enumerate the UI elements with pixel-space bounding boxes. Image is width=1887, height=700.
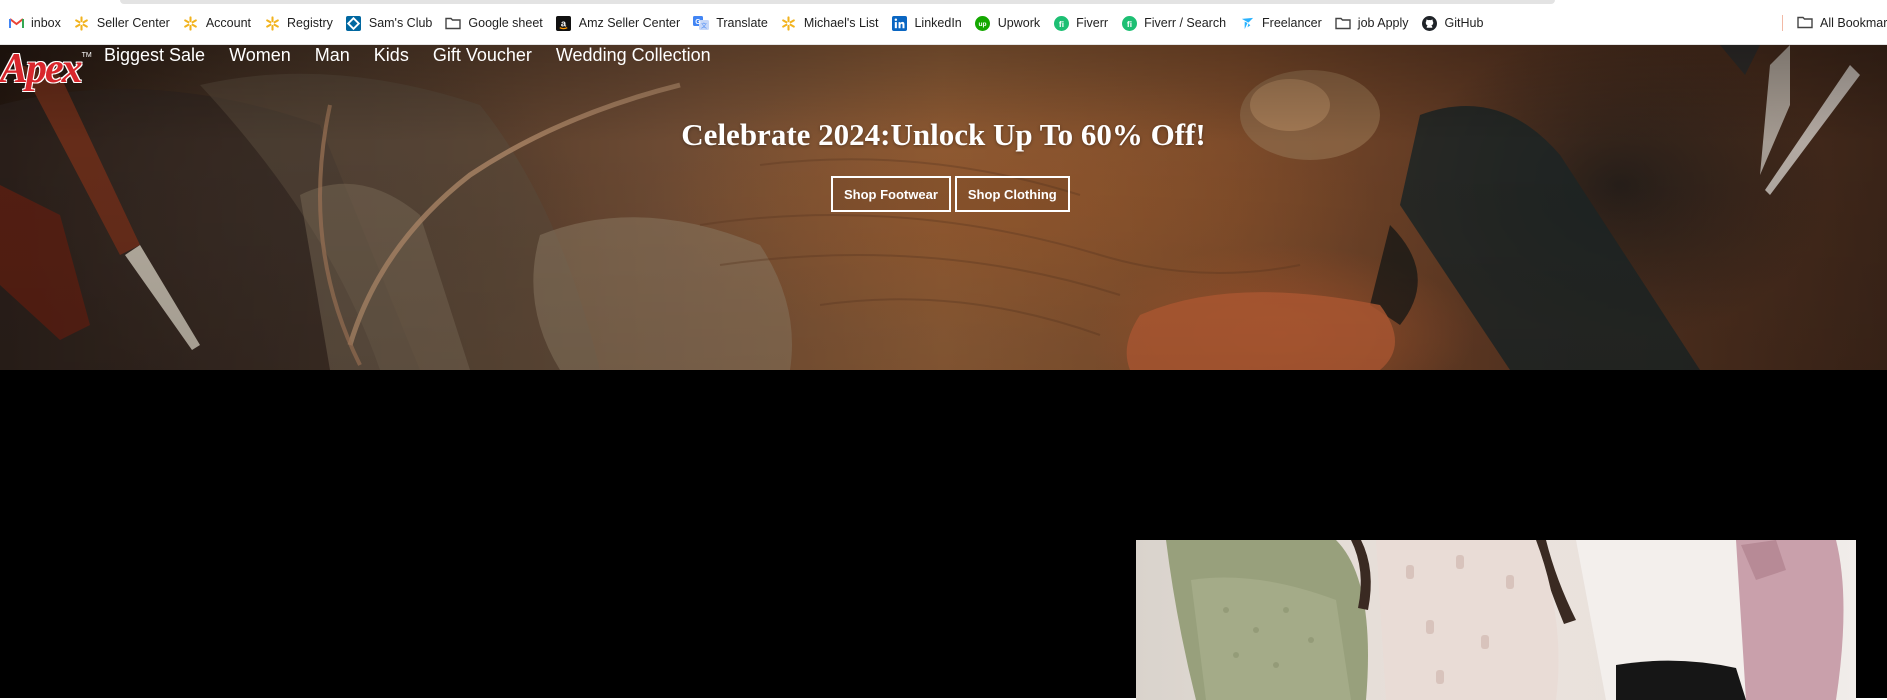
bookmark-inbox[interactable]: inbox <box>4 13 67 33</box>
walmart-spark-icon <box>264 15 280 31</box>
bookmark-job-apply[interactable]: job Apply <box>1331 13 1415 33</box>
main-nav: Biggest Sale Women Man Kids Gift Voucher… <box>104 45 735 65</box>
hero-buttons: Shop Footwear Shop Clothing <box>831 176 1074 212</box>
svg-text:a: a <box>561 18 567 28</box>
bookmark-seller-center[interactable]: Seller Center <box>70 13 176 33</box>
bookmarks-list: inbox Seller Center Account Registry Sam… <box>4 13 1492 33</box>
site-logo[interactable]: Apex TM <box>0 46 92 94</box>
bookmark-amz-seller-center[interactable]: a Amz Seller Center <box>552 13 686 33</box>
bookmark-linkedin[interactable]: LinkedIn <box>887 13 967 33</box>
bookmark-label: job Apply <box>1357 16 1409 30</box>
upwork-icon: up <box>975 15 991 31</box>
browser-page: inbox Seller Center Account Registry Sam… <box>0 0 1887 700</box>
bookmark-upwork[interactable]: up Upwork <box>971 13 1046 33</box>
bookmark-label: Fiverr <box>1076 16 1109 30</box>
logo-trademark: TM <box>81 52 92 59</box>
amazon-icon: a <box>556 15 572 31</box>
translate-icon: G文 <box>693 15 710 31</box>
svg-text:fi: fi <box>1127 18 1132 28</box>
clothing-photo <box>1166 540 1844 700</box>
bookmark-label: Google sheet <box>468 16 543 30</box>
bookmarks-bar: inbox Seller Center Account Registry Sam… <box>0 0 1887 45</box>
bookmark-label: Fiverr / Search <box>1144 16 1227 30</box>
all-bookmarks-button[interactable]: All Bookmarks <box>1797 13 1887 33</box>
bookmark-sams-club[interactable]: Sam's Club <box>342 13 439 33</box>
nav-wedding-collection[interactable]: Wedding Collection <box>556 45 711 66</box>
logo-text: Apex <box>0 46 83 92</box>
svg-text:up: up <box>979 21 987 28</box>
bookmark-label: inbox <box>31 16 61 30</box>
address-bar-edge <box>120 0 1555 4</box>
bookmark-label: Amz Seller Center <box>578 16 681 30</box>
nav-biggest-sale[interactable]: Biggest Sale <box>104 45 205 66</box>
linkedin-icon <box>891 15 907 31</box>
bookmark-github[interactable]: GitHub <box>1418 13 1490 33</box>
walmart-spark-icon <box>74 15 90 31</box>
walmart-spark-icon <box>781 15 797 31</box>
walmart-spark-icon <box>183 15 199 31</box>
folder-icon <box>1335 15 1351 31</box>
bookmark-label: Registry <box>287 16 333 30</box>
bookmark-account[interactable]: Account <box>179 13 257 33</box>
nav-man[interactable]: Man <box>315 45 350 66</box>
clothing-promo-image[interactable] <box>1136 540 1856 700</box>
bookmark-label: GitHub <box>1444 16 1484 30</box>
svg-text:文: 文 <box>701 22 707 30</box>
bookmark-freelancer[interactable]: Freelancer <box>1235 13 1328 33</box>
freelancer-icon <box>1239 15 1255 31</box>
fiverr-icon: fi <box>1121 15 1137 31</box>
bookmark-label: Freelancer <box>1262 16 1322 30</box>
nav-women[interactable]: Women <box>229 45 291 66</box>
nav-gift-voucher[interactable]: Gift Voucher <box>433 45 532 66</box>
folder-icon <box>1797 15 1813 31</box>
bookmark-label: Account <box>205 16 252 30</box>
bookmark-label: Translate <box>716 16 768 30</box>
bookmark-michaels-list[interactable]: Michael's List <box>777 13 885 33</box>
hero-banner: Apex TM Biggest Sale Women Man Kids Gift… <box>0 45 1887 370</box>
bookmark-label: Seller Center <box>96 16 170 30</box>
github-icon <box>1422 15 1438 31</box>
fiverr-icon: fi <box>1053 15 1069 31</box>
bookmark-label: Michael's List <box>803 16 879 30</box>
bookmarks-separator <box>1782 15 1783 31</box>
bookmark-fiverr-search[interactable]: fi Fiverr / Search <box>1117 13 1232 33</box>
shop-clothing-button[interactable]: Shop Clothing <box>954 176 1070 212</box>
all-bookmarks-label: All Bookmarks <box>1820 16 1887 30</box>
folder-icon <box>445 15 462 31</box>
bookmark-label: LinkedIn <box>914 16 962 30</box>
sams-club-icon <box>346 15 362 31</box>
shop-footwear-button[interactable]: Shop Footwear <box>831 176 951 212</box>
bookmark-label: Upwork <box>997 16 1041 30</box>
svg-text:fi: fi <box>1059 18 1064 28</box>
bookmark-label: Sam's Club <box>368 16 433 30</box>
nav-kids[interactable]: Kids <box>374 45 409 66</box>
bookmark-registry[interactable]: Registry <box>260 13 339 33</box>
hero-title: Celebrate 2024:Unlock Up To 60% Off! <box>681 117 1206 152</box>
gmail-icon <box>8 15 24 31</box>
bookmark-fiverr[interactable]: fi Fiverr <box>1049 13 1114 33</box>
bookmark-translate[interactable]: G文 Translate <box>689 13 774 33</box>
bookmark-google-sheet[interactable]: Google sheet <box>441 13 548 33</box>
